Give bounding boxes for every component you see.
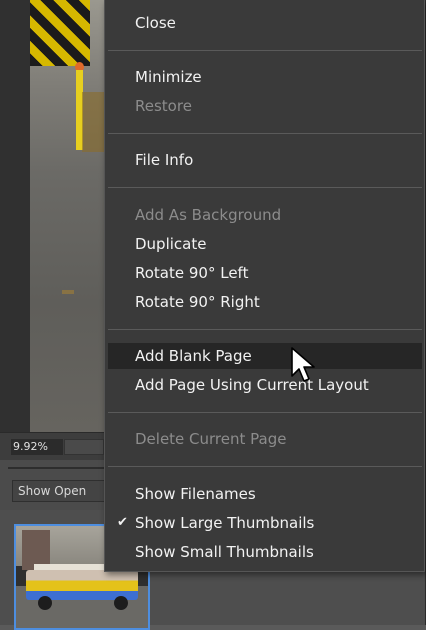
status-field (64, 439, 104, 455)
divider (8, 467, 104, 469)
menu-item-add-page-current-layout[interactable]: Add Page Using Current Layout (108, 372, 422, 398)
menu-separator (108, 412, 422, 413)
photo-road-mark (62, 290, 74, 294)
menu-separator (108, 329, 422, 330)
menu-item-restore: Restore (135, 97, 192, 115)
thumbnail-wheel (38, 596, 52, 610)
menu-item-rotate-left[interactable]: Rotate 90° Left (108, 260, 422, 286)
photo-image (30, 0, 104, 432)
context-menu: Close Minimize Restore File Info Add As … (104, 0, 425, 572)
canvas-frame (0, 0, 30, 432)
checkmark-icon: ✔ (117, 515, 128, 530)
document-canvas[interactable] (0, 0, 104, 432)
menu-item-add-as-background: Add As Background (135, 206, 282, 224)
menu-item-show-filenames[interactable]: Show Filenames (108, 481, 422, 507)
arrow-pointer-icon (291, 347, 315, 382)
menu-separator (108, 187, 422, 188)
photo-hazard-stripes (30, 0, 90, 66)
menu-separator (108, 133, 422, 134)
menu-item-show-large-thumbnails[interactable]: ✔ Show Large Thumbnails (108, 510, 422, 536)
menu-item-delete-current-page: Delete Current Page (135, 430, 287, 448)
menu-item-duplicate[interactable]: Duplicate (108, 231, 422, 257)
thumbnail-wheel (114, 596, 128, 610)
menu-item-close[interactable]: Close (108, 10, 422, 36)
menu-item-rotate-right[interactable]: Rotate 90° Right (108, 289, 422, 315)
menu-item-label: Show Large Thumbnails (135, 514, 315, 532)
zoom-level[interactable]: 9.92% (11, 439, 63, 455)
menu-item-add-blank-page[interactable]: Add Blank Page (108, 343, 422, 369)
menu-separator (108, 50, 422, 51)
menu-item-show-small-thumbnails[interactable]: Show Small Thumbnails (108, 539, 422, 565)
photo-object (82, 92, 104, 152)
menu-separator (108, 466, 422, 467)
show-open-dropdown[interactable]: Show Open (12, 480, 104, 502)
status-bar: 9.92% (0, 432, 104, 461)
menu-item-minimize[interactable]: Minimize (108, 64, 422, 90)
menu-item-file-info[interactable]: File Info (108, 147, 422, 173)
